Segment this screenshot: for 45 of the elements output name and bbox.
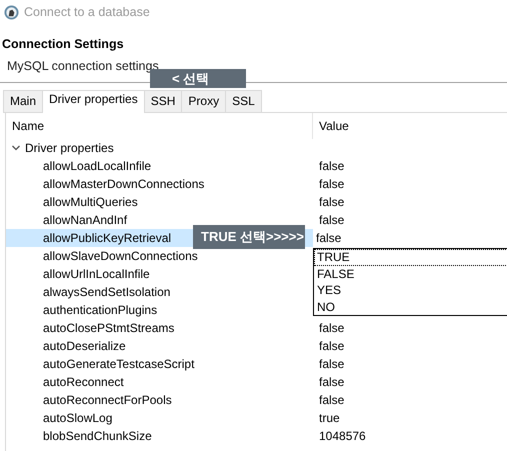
property-name[interactable]: autoClosePStmtStreams xyxy=(6,319,313,337)
property-value[interactable]: false xyxy=(319,195,344,209)
tab[interactable]: Proxy xyxy=(181,90,226,112)
property-value[interactable]: false xyxy=(319,213,344,227)
tab[interactable]: Driver properties xyxy=(42,90,145,113)
column-header[interactable]: Value xyxy=(313,113,349,139)
property-name[interactable]: allowSlaveDownConnections xyxy=(6,247,313,265)
tab[interactable]: SSL xyxy=(225,90,262,112)
window-title: Connect to a database xyxy=(24,5,150,19)
property-name[interactable]: authenticationPlugins xyxy=(6,301,313,319)
property-name[interactable]: autoReconnect xyxy=(6,373,313,391)
dropdown-list[interactable]: TRUE FALSE YES NO xyxy=(313,248,507,316)
tab[interactable]: Main xyxy=(3,90,44,112)
property-name[interactable]: autoSlowLog xyxy=(6,409,313,427)
dropdown-option[interactable]: TRUE xyxy=(314,249,507,266)
app-icon xyxy=(4,4,19,20)
property-value[interactable]: false xyxy=(319,177,344,191)
dropdown-option[interactable]: NO xyxy=(314,298,507,315)
property-value[interactable]: false xyxy=(319,393,344,407)
tab[interactable]: SSH xyxy=(144,90,182,112)
property-name[interactable]: allowMasterDownConnections xyxy=(6,175,313,193)
property-value[interactable]: false xyxy=(319,159,344,173)
property-value[interactable]: false xyxy=(316,231,342,245)
property-value[interactable]: false xyxy=(319,357,344,371)
property-name[interactable]: allowUrlInLocalInfile xyxy=(6,265,313,283)
property-value[interactable]: false xyxy=(319,339,344,353)
annotation-tooltip: < 선택 xyxy=(150,69,246,88)
group-label: Driver properties xyxy=(25,141,114,155)
property-name[interactable]: autoReconnectForPools xyxy=(6,391,313,409)
property-value[interactable]: false xyxy=(319,375,344,389)
annotation-tooltip: TRUE 선택>>>>> xyxy=(193,225,305,249)
property-value[interactable]: false xyxy=(319,321,344,335)
property-value[interactable]: 1048576 xyxy=(319,429,366,443)
chevron-icon[interactable] xyxy=(11,143,21,153)
property-name[interactable]: autoDeserialize xyxy=(6,337,313,355)
property-name[interactable]: alwaysSendSetIsolation xyxy=(6,283,313,301)
property-name[interactable]: autoGenerateTestcaseScript xyxy=(6,355,313,373)
dropdown-option[interactable]: YES xyxy=(314,282,507,298)
column-header[interactable]: Name xyxy=(6,113,313,139)
property-name[interactable]: allowLoadLocalInfile xyxy=(6,157,313,175)
property-name[interactable]: allowMultiQueries xyxy=(6,193,313,211)
dropdown-option[interactable]: FALSE xyxy=(314,266,507,282)
property-value[interactable]: true xyxy=(319,411,340,425)
property-name[interactable]: blobSendChunkSize xyxy=(6,427,313,445)
section-title: Connection Settings xyxy=(1,36,125,53)
